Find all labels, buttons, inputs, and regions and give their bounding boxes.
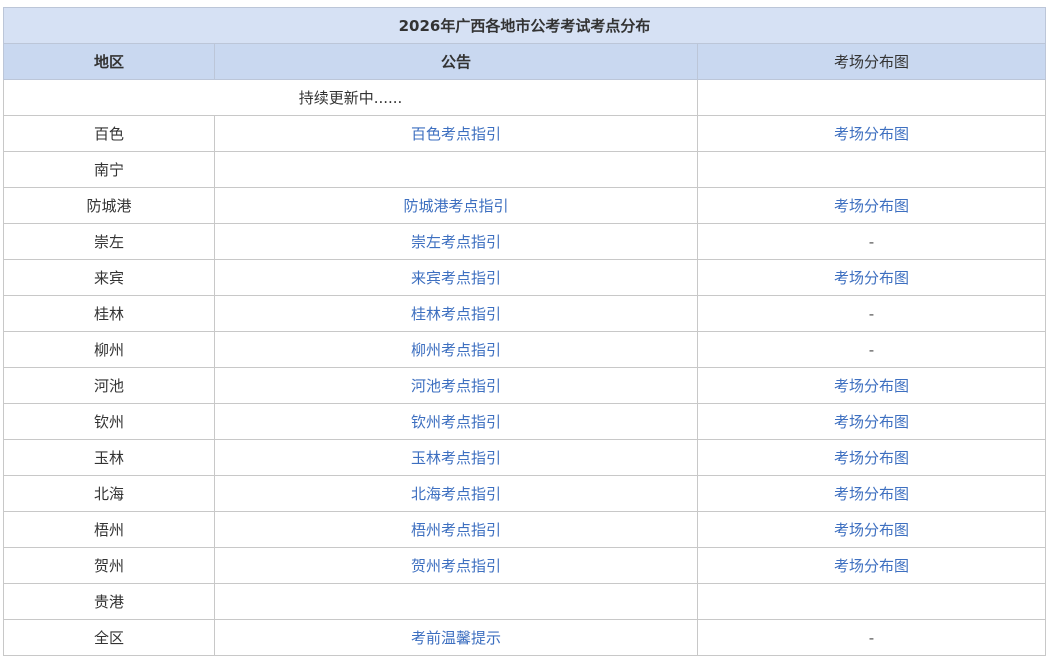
map-link-cell — [697, 583, 1046, 620]
table-row: 百色 百色考点指引 考场分布图 — [3, 115, 1046, 152]
update-note-empty-cell — [697, 79, 1046, 116]
map-link-cell[interactable]: 考场分布图 — [697, 259, 1046, 296]
map-link-cell[interactable]: 考场分布图 — [697, 367, 1046, 404]
table-row: 梧州 梧州考点指引 考场分布图 — [3, 511, 1046, 548]
table-header-row: 地区 公告 考场分布图 — [3, 43, 1046, 80]
notice-link-cell[interactable]: 柳州考点指引 — [214, 331, 698, 368]
region-cell: 柳州 — [3, 331, 215, 368]
table-row: 北海 北海考点指引 考场分布图 — [3, 475, 1046, 512]
notice-link-cell[interactable]: 北海考点指引 — [214, 475, 698, 512]
table-row: 贵港 — [3, 583, 1046, 620]
map-link-cell[interactable]: 考场分布图 — [697, 511, 1046, 548]
region-cell: 河池 — [3, 367, 215, 404]
map-link-cell: - — [697, 331, 1046, 368]
region-cell: 南宁 — [3, 151, 215, 188]
notice-link-cell[interactable]: 防城港考点指引 — [214, 187, 698, 224]
region-cell: 全区 — [3, 619, 215, 656]
table-row: 桂林 桂林考点指引 - — [3, 295, 1046, 332]
exam-sites-table-container: 2026年广西各地市公考考试考点分布 地区 公告 考场分布图 持续更新中....… — [3, 7, 1046, 656]
notice-link-cell[interactable]: 钦州考点指引 — [214, 403, 698, 440]
map-link-cell — [697, 151, 1046, 188]
notice-link-cell[interactable]: 崇左考点指引 — [214, 223, 698, 260]
map-link-cell: - — [697, 223, 1046, 260]
table-row: 玉林 玉林考点指引 考场分布图 — [3, 439, 1046, 476]
region-cell: 玉林 — [3, 439, 215, 476]
table-title: 2026年广西各地市公考考试考点分布 — [3, 7, 1046, 44]
map-link-cell: - — [697, 619, 1046, 656]
table-row: 来宾 来宾考点指引 考场分布图 — [3, 259, 1046, 296]
notice-link-cell[interactable]: 考前温馨提示 — [214, 619, 698, 656]
header-map: 考场分布图 — [697, 43, 1046, 80]
update-note-row: 持续更新中...... — [3, 79, 1046, 116]
region-cell: 桂林 — [3, 295, 215, 332]
region-cell: 防城港 — [3, 187, 215, 224]
table-title-row: 2026年广西各地市公考考试考点分布 — [3, 7, 1046, 44]
map-link-cell[interactable]: 考场分布图 — [697, 547, 1046, 584]
region-cell: 来宾 — [3, 259, 215, 296]
map-link-cell[interactable]: 考场分布图 — [697, 187, 1046, 224]
region-cell: 贺州 — [3, 547, 215, 584]
region-cell: 北海 — [3, 475, 215, 512]
region-cell: 百色 — [3, 115, 215, 152]
header-notice: 公告 — [214, 43, 698, 80]
notice-link-cell[interactable]: 河池考点指引 — [214, 367, 698, 404]
header-region: 地区 — [3, 43, 215, 80]
table-row: 柳州 柳州考点指引 - — [3, 331, 1046, 368]
region-cell: 钦州 — [3, 403, 215, 440]
map-link-cell[interactable]: 考场分布图 — [697, 115, 1046, 152]
map-link-cell[interactable]: 考场分布图 — [697, 475, 1046, 512]
region-cell: 崇左 — [3, 223, 215, 260]
exam-sites-table: 2026年广西各地市公考考试考点分布 地区 公告 考场分布图 持续更新中....… — [3, 7, 1046, 656]
table-row: 崇左 崇左考点指引 - — [3, 223, 1046, 260]
notice-link-cell — [214, 151, 698, 188]
notice-link-cell[interactable]: 梧州考点指引 — [214, 511, 698, 548]
map-link-cell[interactable]: 考场分布图 — [697, 439, 1046, 476]
notice-link-cell[interactable]: 百色考点指引 — [214, 115, 698, 152]
region-cell: 梧州 — [3, 511, 215, 548]
notice-link-cell[interactable]: 来宾考点指引 — [214, 259, 698, 296]
region-cell: 贵港 — [3, 583, 215, 620]
table-row: 贺州 贺州考点指引 考场分布图 — [3, 547, 1046, 584]
table-row: 全区 考前温馨提示 - — [3, 619, 1046, 656]
notice-link-cell[interactable]: 玉林考点指引 — [214, 439, 698, 476]
update-note: 持续更新中...... — [3, 79, 698, 116]
table-row: 河池 河池考点指引 考场分布图 — [3, 367, 1046, 404]
table-row: 防城港 防城港考点指引 考场分布图 — [3, 187, 1046, 224]
notice-link-cell — [214, 583, 698, 620]
map-link-cell[interactable]: 考场分布图 — [697, 403, 1046, 440]
notice-link-cell[interactable]: 贺州考点指引 — [214, 547, 698, 584]
map-link-cell: - — [697, 295, 1046, 332]
notice-link-cell[interactable]: 桂林考点指引 — [214, 295, 698, 332]
table-row: 南宁 — [3, 151, 1046, 188]
table-row: 钦州 钦州考点指引 考场分布图 — [3, 403, 1046, 440]
